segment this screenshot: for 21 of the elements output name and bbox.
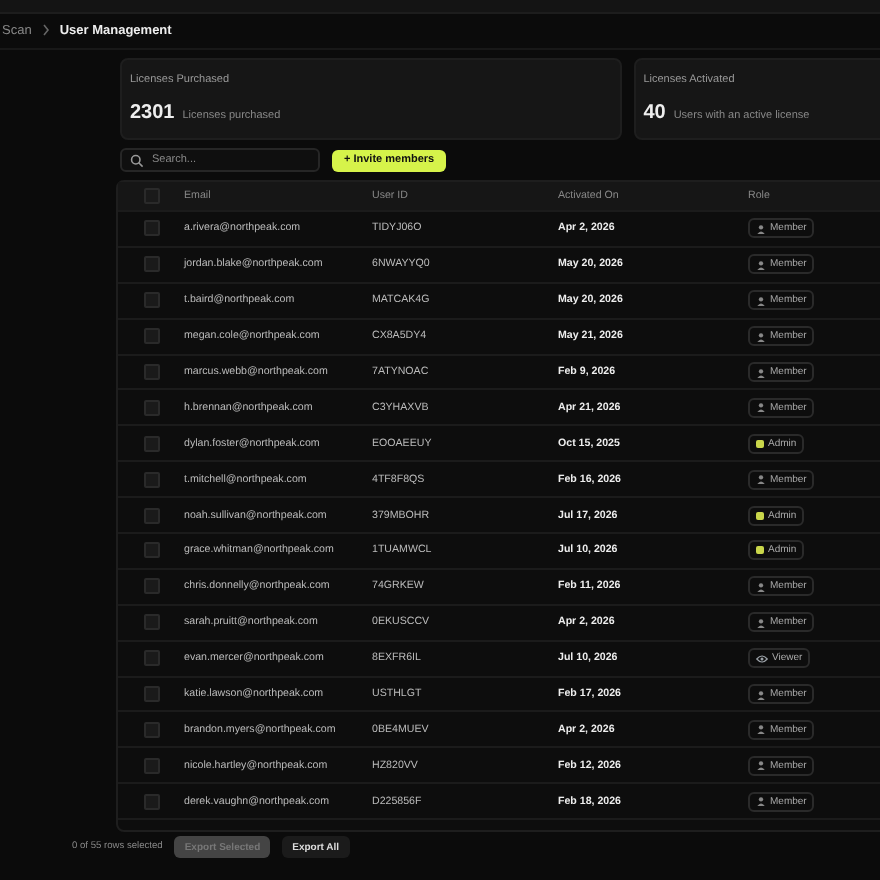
row-checkbox[interactable]	[143, 721, 159, 738]
row-checkbox[interactable]	[143, 542, 159, 559]
row-checkbox[interactable]	[143, 471, 159, 488]
row-checkbox[interactable]	[143, 399, 159, 416]
row-checkbox[interactable]	[143, 256, 159, 273]
row-checkbox[interactable]	[143, 435, 159, 452]
row-checkbox[interactable]	[143, 614, 159, 631]
stat-value: 40	[643, 102, 666, 124]
search-icon	[130, 154, 144, 168]
row-checkbox[interactable]	[143, 507, 159, 524]
breadcrumb-separator-icon	[41, 23, 50, 39]
row-checkbox[interactable]	[143, 793, 159, 810]
row-checkbox[interactable]	[143, 578, 159, 595]
row-checkbox[interactable]	[143, 328, 159, 345]
row-checkbox[interactable]	[143, 364, 159, 380]
stat-value: 2301	[130, 102, 175, 124]
row-checkbox[interactable]	[143, 292, 159, 309]
row-checkbox[interactable]	[143, 686, 159, 703]
row-checkbox[interactable]	[143, 650, 159, 667]
row-checkbox[interactable]	[143, 220, 159, 237]
row-checkbox[interactable]	[143, 757, 159, 774]
